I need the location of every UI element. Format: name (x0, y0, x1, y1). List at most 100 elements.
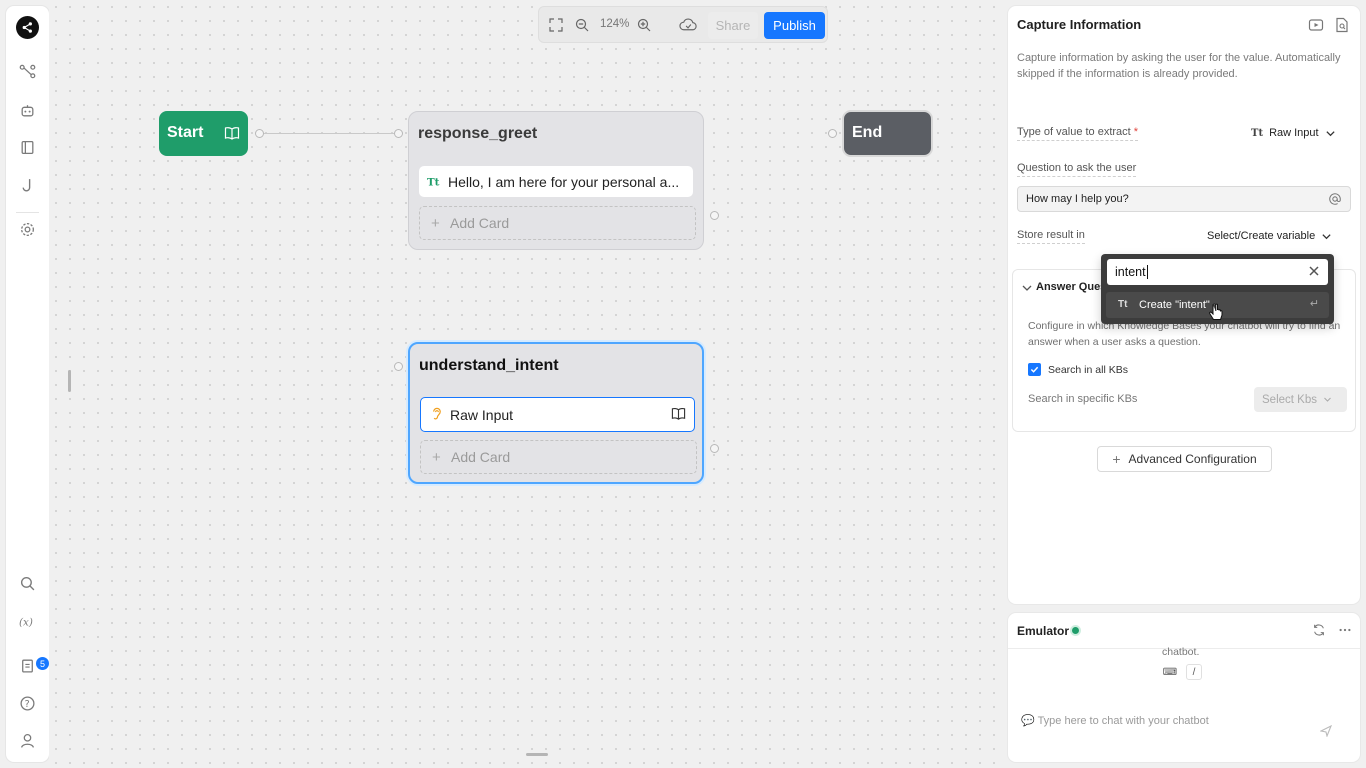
open-book-icon[interactable] (224, 125, 240, 141)
intent-output-port[interactable] (710, 444, 719, 453)
bottom-resize-handle[interactable] (526, 753, 548, 756)
plus-icon: + (1112, 451, 1121, 467)
block-response-greet[interactable]: response_greet Tt Hello, I am here for y… (408, 111, 704, 250)
notification-badge: 5 (36, 657, 49, 670)
advanced-configuration-button[interactable]: + Advanced Configuration (1097, 446, 1272, 472)
store-result-value: Select/Create variable (1207, 230, 1316, 242)
rail-divider (16, 212, 39, 213)
capture-card[interactable]: Raw Input (420, 397, 695, 432)
search-all-kbs-label: Search in all KBs (1048, 364, 1128, 376)
capture-card-content: Raw Input (450, 406, 514, 423)
add-card-label: Add Card (451, 449, 511, 465)
doc-search-icon[interactable] (1334, 17, 1350, 33)
profile-icon[interactable] (6, 725, 49, 755)
chat-input-placeholder: Type here to chat with your chatbot (1037, 715, 1209, 727)
add-card-button[interactable]: + Add Card (420, 440, 697, 474)
type-of-value-select[interactable]: Tt Raw Input (1251, 127, 1336, 139)
greet-input-port[interactable] (394, 129, 403, 138)
text-type-icon: Tt (1251, 127, 1264, 139)
emulator-message-fragment: chatbot. (1162, 646, 1200, 658)
refresh-icon[interactable] (1312, 623, 1326, 637)
advanced-configuration-label: Advanced Configuration (1128, 452, 1257, 466)
left-rail: (x) 5 ? (6, 6, 49, 762)
cloud-sync-icon[interactable] (678, 17, 698, 33)
question-label: Question to ask the user (1017, 162, 1137, 177)
left-resize-handle[interactable] (68, 370, 71, 392)
hand-pointer-cursor (1209, 303, 1223, 320)
question-input-value: How may I help you? (1026, 193, 1129, 205)
search-all-kbs-checkbox[interactable] (1028, 363, 1041, 376)
enter-key-icon: ↵ (1309, 298, 1319, 310)
block-title: response_greet (418, 125, 538, 142)
svg-text:(x): (x) (19, 616, 33, 628)
bot-icon[interactable] (6, 95, 49, 125)
flows-icon[interactable] (6, 56, 49, 86)
start-node-label: Start (167, 124, 204, 141)
block-understand-intent[interactable]: understand_intent Raw Input + Add Card (408, 342, 704, 484)
create-variable-label: Create "intent" (1139, 299, 1210, 311)
end-node-label: End (852, 124, 883, 141)
search-icon[interactable] (6, 568, 49, 598)
add-card-button[interactable]: + Add Card (419, 206, 696, 240)
variables-icon[interactable]: (x) (6, 606, 49, 636)
type-of-value-value: Raw Input (1269, 127, 1319, 139)
edge-start-to-greet (263, 133, 394, 134)
zoom-level: 124% (600, 18, 630, 30)
plus-icon: + (431, 215, 440, 232)
canvas-toolbar: 124% Share Publish (538, 6, 828, 43)
zoom-out-icon[interactable] (574, 17, 590, 33)
emulator-title: Emulator (1017, 624, 1070, 638)
keyboard-icon[interactable]: ⌨ (1162, 664, 1178, 680)
variable-search-value: intent (1115, 265, 1146, 279)
at-mention-icon[interactable] (1328, 192, 1342, 206)
zoom-in-icon[interactable] (636, 17, 652, 33)
intent-input-port[interactable] (394, 362, 403, 371)
clear-icon[interactable] (1308, 265, 1320, 277)
text-type-icon: Tt (1118, 299, 1128, 310)
status-dot (1070, 625, 1081, 636)
question-input[interactable]: How may I help you? (1017, 186, 1351, 212)
panel-description: Capture information by asking the user f… (1017, 52, 1341, 80)
plus-icon: + (432, 449, 441, 466)
chat-input[interactable]: 💬 Type here to chat with your chatbot (1021, 714, 1209, 727)
store-result-label: Store result in (1017, 229, 1085, 244)
chevron-down-icon (1325, 130, 1335, 136)
select-kbs-dropdown[interactable]: Select Kbs (1254, 387, 1347, 412)
end-node[interactable]: End (842, 110, 933, 157)
text-card-content: Hello, I am here for your personal a... (448, 173, 680, 190)
type-of-value-label: Type of value to extract * (1017, 126, 1139, 141)
fit-view-icon[interactable] (548, 17, 564, 33)
search-specific-kbs-label: Search in specific KBs (1028, 393, 1138, 405)
video-tutorial-icon[interactable] (1308, 17, 1324, 33)
text-caret (1146, 265, 1148, 279)
send-icon[interactable] (1320, 725, 1332, 737)
chevron-down-icon (1324, 397, 1331, 402)
more-options-icon[interactable] (1338, 623, 1352, 637)
answer-section-title[interactable]: Answer Ques (1036, 281, 1106, 293)
settings-gear-icon[interactable] (6, 214, 49, 244)
store-result-select[interactable]: Select/Create variable (1207, 230, 1332, 242)
slash-key-icon[interactable]: / (1186, 664, 1202, 680)
publish-button[interactable]: Publish (764, 12, 825, 39)
hook-icon[interactable] (6, 170, 49, 200)
help-icon[interactable]: ? (6, 688, 49, 718)
emulator-panel: Emulator chatbot. ⌨ / 💬 Type here to cha… (1008, 613, 1360, 762)
text-card[interactable]: Tt Hello, I am here for your personal a.… (419, 166, 693, 197)
open-book-icon[interactable] (671, 406, 686, 421)
add-card-label: Add Card (450, 215, 510, 231)
svg-text:Tt: Tt (427, 176, 440, 188)
book-icon[interactable] (6, 132, 49, 162)
block-title: understand_intent (419, 357, 559, 374)
variable-search-input[interactable]: intent (1107, 259, 1328, 285)
chevron-down-icon[interactable] (1022, 283, 1032, 293)
share-button[interactable]: Share (708, 12, 758, 39)
start-node[interactable]: Start (159, 111, 248, 156)
end-input-port[interactable] (828, 129, 837, 138)
svg-text:?: ? (25, 699, 30, 710)
start-output-port[interactable] (255, 129, 264, 138)
greet-output-port[interactable] (710, 211, 719, 220)
check-icon (1030, 366, 1039, 373)
app-logo[interactable] (16, 16, 39, 39)
chevron-down-icon (1322, 233, 1331, 239)
panel-title: Capture Information (1017, 17, 1142, 32)
